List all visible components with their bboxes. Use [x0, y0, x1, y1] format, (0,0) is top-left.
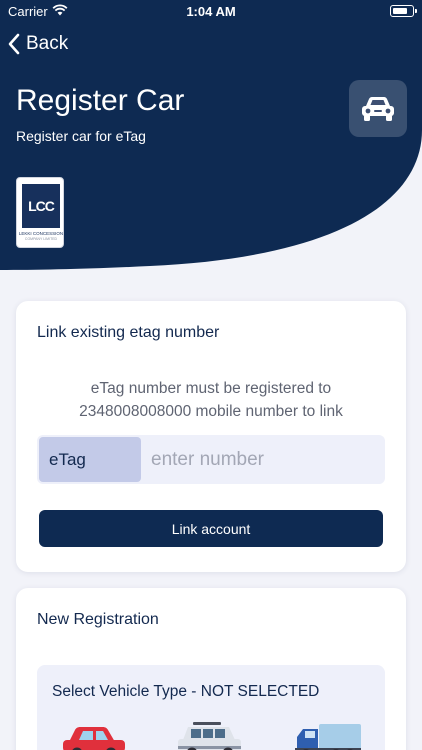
car-badge: [349, 80, 407, 137]
vehicle-type-title: Select Vehicle Type - NOT SELECTED: [52, 683, 320, 700]
link-info-line-1: eTag number must be registered to: [90, 380, 332, 397]
car-icon[interactable]: [59, 720, 129, 750]
page-subtitle: Register car for eTag: [16, 128, 146, 144]
chevron-left-icon: [8, 33, 20, 55]
suv-icon[interactable]: [175, 720, 245, 750]
truck-icon[interactable]: [293, 720, 363, 750]
header: Carrier 1:04 AM Back Register Car Regist…: [0, 0, 422, 272]
car-icon: [362, 96, 394, 121]
link-etag-card: Link existing etag number eTag number mu…: [16, 301, 406, 572]
company-logo: LCC LEKKI CONCESSION COMPANY LIMITED: [16, 177, 64, 248]
etag-number-input[interactable]: [151, 435, 381, 484]
link-info-text: eTag number must be registered to 234800…: [16, 377, 406, 423]
logo-tagline: COMPANY LIMITED: [24, 237, 58, 241]
battery-icon: [390, 5, 417, 17]
etag-label: eTag: [39, 437, 141, 482]
logo-company-name: LEKKI CONCESSION: [18, 231, 64, 236]
page-title: Register Car: [16, 84, 185, 117]
logo-mark: LCC: [22, 184, 60, 228]
registration-card-title: New Registration: [37, 611, 159, 628]
vehicle-type-panel: Select Vehicle Type - NOT SELECTED: [37, 665, 385, 750]
link-account-button[interactable]: Link account: [39, 510, 383, 547]
etag-input-row: eTag: [37, 435, 385, 484]
new-registration-card: New Registration Select Vehicle Type - N…: [16, 588, 406, 750]
clock: 1:04 AM: [186, 4, 236, 19]
status-bar: Carrier 1:04 AM: [0, 0, 422, 22]
link-info-line-2: 2348008008000 mobile number to link: [79, 403, 343, 420]
link-card-title: Link existing etag number: [37, 324, 220, 341]
logo-text: LCC: [28, 198, 55, 214]
back-button[interactable]: Back: [8, 30, 68, 58]
back-label: Back: [26, 33, 69, 54]
